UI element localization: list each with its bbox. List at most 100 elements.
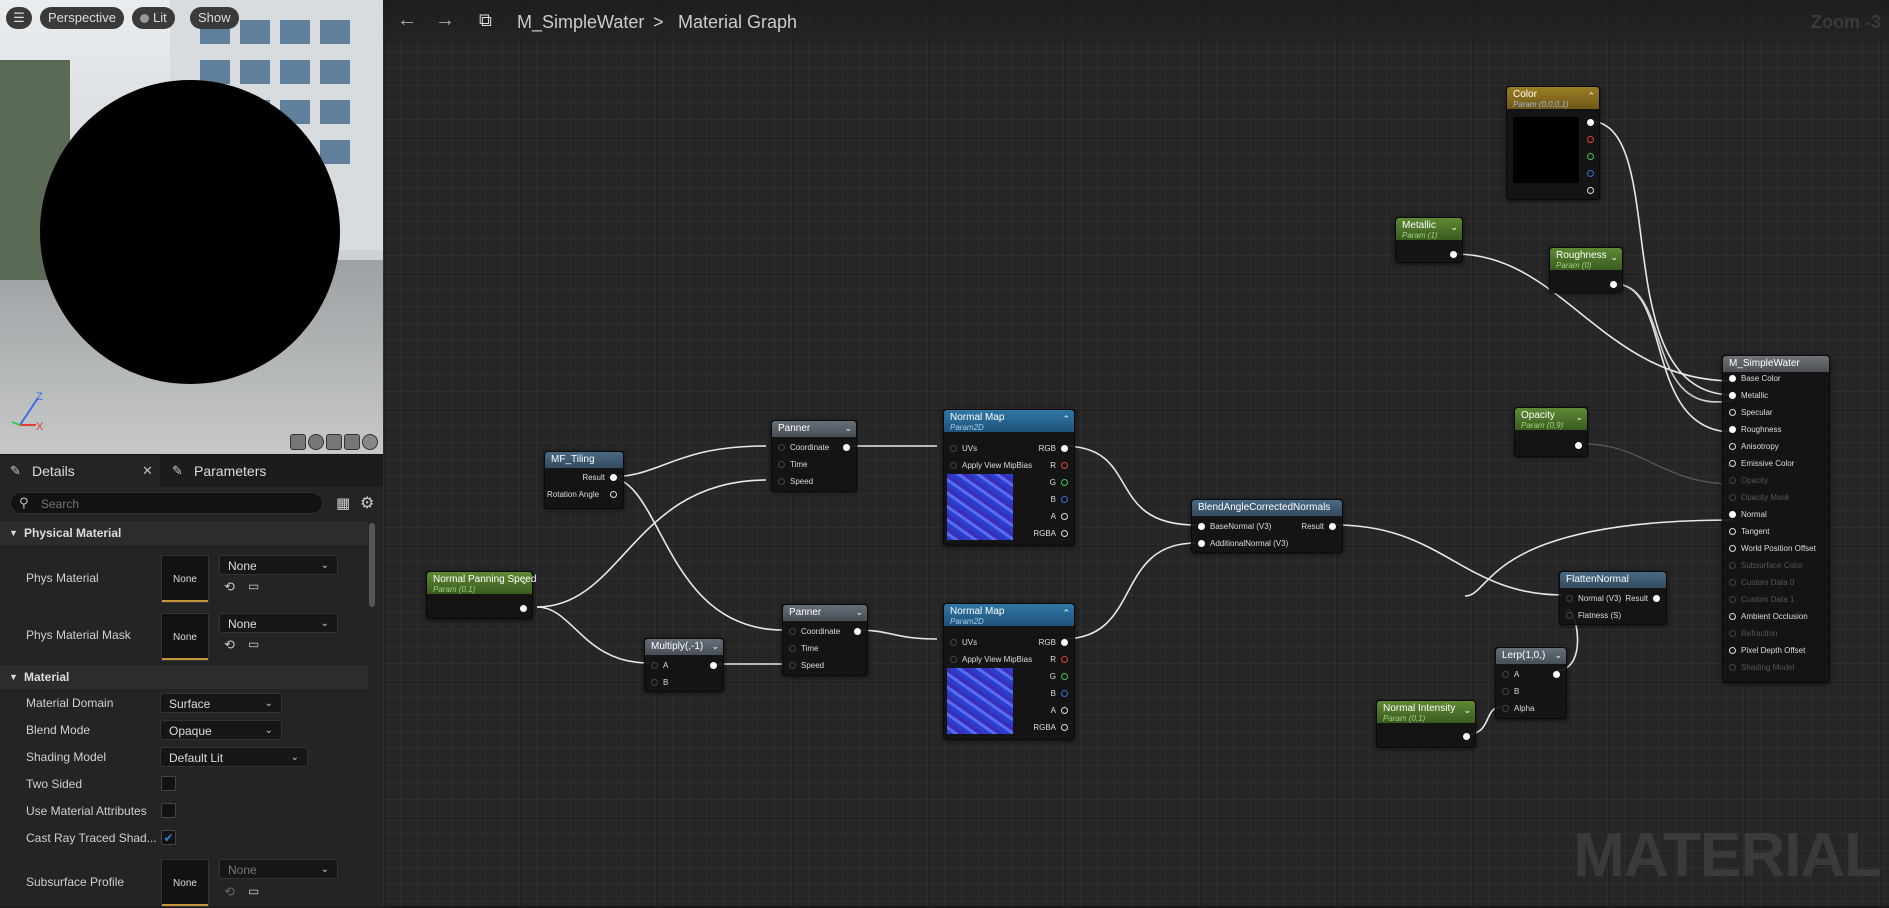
result-input-pin[interactable] bbox=[1729, 460, 1736, 467]
input-pin-additional-normal[interactable] bbox=[1198, 540, 1205, 547]
result-input-pin[interactable] bbox=[1729, 579, 1736, 586]
output-pin[interactable] bbox=[1610, 281, 1617, 288]
search-input[interactable] bbox=[39, 495, 313, 513]
collapse-chevron-icon[interactable]: ⌄ bbox=[1575, 412, 1583, 423]
result-input-pin[interactable] bbox=[1729, 494, 1736, 501]
use-material-attributes-checkbox[interactable] bbox=[161, 803, 176, 818]
node-blend-angle-corrected-normals[interactable]: BlendAngleCorrectedNormals BaseNormal (V… bbox=[1191, 499, 1343, 553]
result-input-pin[interactable] bbox=[1729, 409, 1736, 416]
output-pin[interactable] bbox=[1329, 523, 1336, 530]
output-pin-a[interactable] bbox=[1061, 707, 1068, 714]
node-material-result[interactable]: M_SimpleWater Base Color Metallic Specular… bbox=[1722, 355, 1830, 683]
collapse-chevron-icon[interactable]: ⌄ bbox=[855, 607, 863, 618]
input-pin-uvs[interactable] bbox=[950, 445, 957, 452]
node-normal-map-2[interactable]: Normal Map Param2D ⌃ UVs RGB Apply View Mi… bbox=[943, 603, 1075, 740]
output-pin-r[interactable] bbox=[1061, 656, 1068, 663]
node-mf-tiling[interactable]: MF_Tiling Result Rotation Angle bbox=[544, 451, 624, 509]
sphere-shape-icon[interactable] bbox=[308, 434, 324, 450]
node-lerp[interactable]: Lerp(1,0,) ⌄ A B Alpha bbox=[1495, 647, 1567, 719]
material-domain-dropdown[interactable]: Surface ⌄ bbox=[160, 693, 282, 713]
input-pin-b[interactable] bbox=[1502, 688, 1509, 695]
result-input-pin[interactable] bbox=[1729, 528, 1736, 535]
output-pin[interactable] bbox=[854, 628, 861, 635]
node-metallic-param[interactable]: Metallic Param (1) ⌄ bbox=[1395, 217, 1463, 263]
input-pin-a[interactable] bbox=[1502, 671, 1509, 678]
result-input-pin[interactable] bbox=[1729, 477, 1736, 484]
node-normal-panning-speed[interactable]: Normal Panning Speed Param (0,1) ⌄ bbox=[426, 571, 536, 619]
lit-button[interactable]: Lit bbox=[132, 7, 175, 29]
input-pin-uvs[interactable] bbox=[950, 639, 957, 646]
node-flatten-normal[interactable]: FlattenNormal Normal (V3) Result Flatnes… bbox=[1559, 571, 1667, 625]
result-input-pin[interactable] bbox=[1729, 596, 1736, 603]
result-input-pin[interactable] bbox=[1729, 647, 1736, 654]
output-pin[interactable] bbox=[520, 605, 527, 612]
input-pin-coordinate[interactable] bbox=[789, 628, 796, 635]
collapse-chevron-icon[interactable]: ⌄ bbox=[711, 641, 719, 652]
browse-folder-icon[interactable]: ▭ bbox=[248, 579, 259, 593]
output-pin[interactable] bbox=[610, 474, 617, 481]
output-pin[interactable] bbox=[710, 662, 717, 669]
phys-material-dropdown[interactable]: None ⌄ bbox=[219, 555, 338, 575]
output-pin[interactable] bbox=[1587, 119, 1594, 126]
result-input-pin[interactable] bbox=[1729, 562, 1736, 569]
output-pin[interactable] bbox=[1575, 442, 1582, 449]
node-roughness-param[interactable]: Roughness Param (0) ⌄ bbox=[1549, 247, 1623, 293]
node-color-param[interactable]: Color Param (0,0,0,1) ⌃ bbox=[1506, 86, 1600, 200]
reset-arrow-icon[interactable]: ⟲ bbox=[224, 884, 235, 900]
input-pin-b[interactable] bbox=[651, 679, 658, 686]
menu-button[interactable]: ☰ bbox=[6, 7, 32, 29]
input-pin-speed[interactable] bbox=[789, 662, 796, 669]
input-pin-mip[interactable] bbox=[950, 462, 957, 469]
input-pin-time[interactable] bbox=[778, 461, 785, 468]
output-pin-rotation[interactable] bbox=[610, 491, 617, 498]
collapse-chevron-icon[interactable]: ⌃ bbox=[1062, 414, 1070, 425]
input-pin-normal[interactable] bbox=[1566, 595, 1573, 602]
reset-arrow-icon[interactable]: ⟲ bbox=[224, 637, 235, 653]
collapse-chevron-icon[interactable]: ⌃ bbox=[1587, 91, 1595, 102]
collapse-chevron-icon[interactable]: ⌄ bbox=[1463, 705, 1471, 716]
output-pin-r[interactable] bbox=[1587, 136, 1594, 143]
subsurface-profile-thumbnail[interactable]: None bbox=[161, 859, 209, 907]
tab-parameters[interactable]: ✎ Parameters bbox=[168, 455, 318, 487]
output-pin-rgba[interactable] bbox=[1061, 724, 1068, 731]
settings-gear-icon[interactable]: ⚙ bbox=[360, 493, 374, 513]
result-input-pin[interactable] bbox=[1729, 630, 1736, 637]
output-pin-r[interactable] bbox=[1061, 462, 1068, 469]
details-search[interactable]: ⚲ bbox=[10, 492, 323, 514]
two-sided-checkbox[interactable] bbox=[161, 776, 176, 791]
cube-shape-icon[interactable] bbox=[344, 434, 360, 450]
collapse-chevron-icon[interactable]: ⌄ bbox=[1450, 222, 1458, 233]
input-pin-flatness[interactable] bbox=[1566, 612, 1573, 619]
collapse-chevron-icon[interactable]: ⌄ bbox=[1554, 650, 1562, 661]
cylinder-shape-icon[interactable] bbox=[290, 434, 306, 450]
output-pin[interactable] bbox=[1450, 251, 1457, 258]
input-pin-time[interactable] bbox=[789, 645, 796, 652]
result-input-pin[interactable] bbox=[1729, 613, 1736, 620]
output-pin[interactable] bbox=[1553, 671, 1560, 678]
collapse-chevron-icon[interactable]: ⌄ bbox=[844, 423, 852, 434]
node-normal-map-1[interactable]: Normal Map Param2D ⌃ UVs RGB Apply View Mi… bbox=[943, 409, 1075, 546]
output-pin-b[interactable] bbox=[1061, 690, 1068, 697]
grid-view-icon[interactable]: ▦ bbox=[336, 494, 350, 512]
result-input-pin[interactable] bbox=[1729, 392, 1736, 399]
result-input-pin[interactable] bbox=[1729, 426, 1736, 433]
result-input-pin[interactable] bbox=[1729, 664, 1736, 671]
perspective-button[interactable]: Perspective bbox=[40, 7, 124, 29]
phys-material-mask-thumbnail[interactable]: None bbox=[161, 613, 209, 661]
node-panner-2[interactable]: Panner ⌄ Coordinate Time Speed bbox=[782, 604, 868, 676]
collapse-chevron-icon[interactable]: ⌄ bbox=[1610, 252, 1618, 263]
output-pin[interactable] bbox=[1653, 595, 1660, 602]
result-input-pin[interactable] bbox=[1729, 443, 1736, 450]
output-pin-g[interactable] bbox=[1061, 479, 1068, 486]
plane-shape-icon[interactable] bbox=[326, 434, 342, 450]
phys-material-thumbnail[interactable]: None bbox=[161, 555, 209, 603]
material-graph-canvas[interactable]: ← → ⧉ M_SimpleWater > Material Graph Zoo… bbox=[383, 0, 1889, 906]
show-button[interactable]: Show bbox=[190, 7, 239, 29]
input-pin-alpha[interactable] bbox=[1502, 705, 1509, 712]
section-physical-material[interactable]: ▼ Physical Material bbox=[0, 521, 368, 545]
subsurface-profile-dropdown[interactable]: None ⌄ bbox=[219, 859, 338, 879]
browse-folder-icon[interactable]: ▭ bbox=[248, 884, 259, 898]
output-pin-b[interactable] bbox=[1587, 170, 1594, 177]
output-pin-rgba[interactable] bbox=[1061, 530, 1068, 537]
result-input-pin[interactable] bbox=[1729, 511, 1736, 518]
